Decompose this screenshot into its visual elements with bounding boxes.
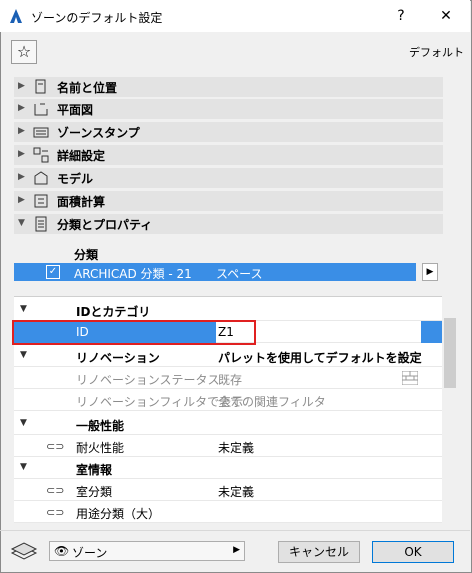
section-label: 詳細設定: [57, 149, 106, 163]
section-label: 平面図: [57, 103, 94, 117]
section-label: ゾーンスタンプ: [57, 126, 140, 140]
collapse-arrow-icon[interactable]: ▼: [20, 462, 27, 472]
room-class-value[interactable]: 未定義: [218, 483, 254, 500]
link-icon: ⊂⊃: [46, 484, 65, 497]
section-area-calc[interactable]: ▶ 面積計算: [14, 191, 443, 211]
reno-filter-value: 全ての関連フィルタ: [218, 395, 326, 409]
section-detail-settings[interactable]: ▶ 詳細設定: [14, 145, 443, 165]
cancel-button[interactable]: キャンセル: [278, 541, 360, 563]
section-model[interactable]: ▶ モデル: [14, 168, 443, 188]
collapse-arrow-icon[interactable]: ▼: [20, 418, 27, 428]
close-button[interactable]: ✕: [431, 4, 461, 28]
expand-arrow-icon[interactable]: ▶: [18, 172, 25, 182]
expand-arrow-icon[interactable]: ▶: [18, 81, 25, 91]
reno-status-label: リノベーションステータス: [76, 373, 220, 387]
expand-arrow-icon[interactable]: ▶: [18, 126, 25, 136]
expand-arrow-icon[interactable]: ▶: [18, 103, 25, 113]
section-classification[interactable]: ▼ 分類とプロパティ: [14, 214, 443, 234]
reno-status-value: 既存: [218, 373, 243, 387]
dropdown-arrow-icon: ▶: [233, 545, 240, 555]
reno-status-row: リノベーションステータス 既存: [14, 367, 442, 389]
classification-system: ARCHICAD 分類 - 21: [74, 267, 192, 281]
help-button[interactable]: ?: [386, 4, 416, 28]
section-floorplan[interactable]: ▶ 平面図: [14, 99, 443, 119]
classification-icon: [35, 216, 47, 232]
collapse-arrow-icon[interactable]: ▼: [20, 304, 27, 314]
classification-row[interactable]: ✓ ARCHICAD 分類 - 21 スペース: [14, 263, 416, 281]
detail-settings-icon: [33, 147, 49, 163]
usage-label: 用途分類（大）: [76, 507, 161, 521]
area-calc-icon: [34, 194, 48, 208]
zone-stamp-icon: [33, 127, 49, 138]
classification-checkbox[interactable]: ✓: [46, 265, 60, 279]
group-label: 室情報: [76, 463, 113, 477]
ok-button[interactable]: OK: [372, 541, 454, 563]
highlight-box: [12, 320, 256, 345]
classification-value: スペース: [216, 267, 263, 281]
expand-arrow-icon[interactable]: ▶: [18, 195, 25, 205]
id-row-end: [421, 321, 442, 343]
expand-arrow-icon[interactable]: ▶: [18, 149, 25, 159]
layer-icon: [10, 542, 38, 560]
group-label: 一般性能: [76, 419, 125, 433]
properties-scrollbar[interactable]: [443, 296, 457, 522]
room-class-row[interactable]: ⊂⊃ 室分類 未定義: [14, 479, 442, 501]
name-position-icon: [35, 79, 46, 94]
section-label: 分類とプロパティ: [57, 218, 153, 232]
section-label: 名前と位置: [57, 81, 118, 95]
layer-select[interactable]: 👁 ゾーン ▶: [49, 541, 245, 561]
scrollbar-thumb[interactable]: [444, 318, 456, 388]
title-bar: ゾーンのデフォルト設定 ? ✕: [0, 0, 470, 32]
usage-row[interactable]: ⊂⊃ 用途分類（大）: [14, 501, 442, 523]
group-id-category[interactable]: ▼ IDとカテゴリ: [14, 299, 442, 321]
reno-filter-row: リノベーションフィルタで表示 全ての関連フィルタ: [14, 389, 442, 411]
group-renovation[interactable]: ▼ リノベーション パレットを使用してデフォルトを設定: [14, 345, 442, 367]
fire-row[interactable]: ⊂⊃ 耐火性能 未定義: [14, 435, 442, 457]
room-class-label: 室分類: [76, 485, 113, 499]
group-label: リノベーション: [76, 351, 160, 365]
layer-value: ゾーン: [72, 546, 108, 560]
link-icon: ⊂⊃: [46, 440, 65, 453]
classification-next-button[interactable]: ▶: [422, 263, 438, 281]
link-icon: ⊂⊃: [46, 506, 65, 519]
model-icon: [34, 171, 48, 185]
classification-header: 分類: [74, 248, 99, 262]
fire-label: 耐火性能: [76, 441, 125, 455]
section-name-position[interactable]: ▶ 名前と位置: [14, 77, 443, 97]
eye-icon: 👁: [54, 544, 70, 558]
floorplan-icon: [34, 103, 48, 116]
section-label: モデル: [57, 172, 94, 186]
collapse-arrow-icon[interactable]: ▼: [18, 218, 25, 228]
star-icon: ☆: [16, 42, 32, 61]
fire-value[interactable]: 未定義: [218, 439, 254, 456]
default-label: デフォルト: [409, 46, 464, 59]
group-label: IDとカテゴリ: [76, 305, 151, 319]
renovation-hint: パレットを使用してデフォルトを設定: [218, 351, 422, 365]
archicad-logo-icon: [10, 9, 22, 23]
footer-divider: [0, 530, 470, 531]
group-room-info[interactable]: ▼ 室情報: [14, 457, 442, 479]
brick-pattern-icon: [402, 371, 418, 385]
favorites-button[interactable]: ☆: [11, 40, 37, 64]
dialog-title: ゾーンのデフォルト設定: [31, 11, 163, 25]
section-label: 面積計算: [57, 195, 106, 209]
group-general[interactable]: ▼ 一般性能: [14, 413, 442, 435]
section-zone-stamp[interactable]: ▶ ゾーンスタンプ: [14, 122, 443, 142]
collapse-arrow-icon[interactable]: ▼: [20, 350, 27, 360]
